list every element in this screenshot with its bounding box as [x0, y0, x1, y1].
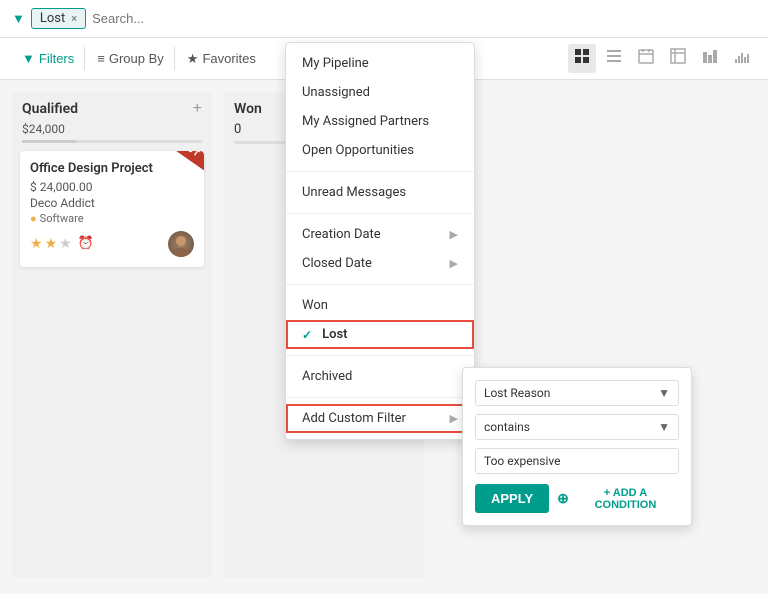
- filter-creation-date[interactable]: Creation Date ▶: [286, 220, 474, 249]
- cf-operator-select[interactable]: contains ▼: [475, 414, 679, 440]
- funnel-icon: ▼: [12, 11, 25, 27]
- dropdown-arrow-icon: ▼: [658, 420, 670, 434]
- cf-value-input[interactable]: Too expensive: [475, 448, 679, 474]
- card-company: Deco Addict: [30, 196, 194, 210]
- plus-icon: ⊕: [557, 490, 569, 507]
- filter-group-3: Creation Date ▶ Closed Date ▶: [286, 214, 474, 285]
- check-icon: ✓: [302, 328, 312, 342]
- cf-value-row: Too expensive: [475, 448, 679, 474]
- filter-group-1: My Pipeline Unassigned My Assigned Partn…: [286, 43, 474, 172]
- arrow-icon: ▶: [450, 257, 458, 270]
- cf-actions: APPLY ⊕ + ADD A CONDITION: [475, 484, 679, 513]
- col-add-qualified[interactable]: +: [193, 100, 202, 118]
- filters-button[interactable]: ▼ Filters: [12, 47, 85, 70]
- pivot-view-button[interactable]: [664, 44, 692, 73]
- top-bar: ▼ Lost ×: [0, 0, 768, 38]
- add-custom-filter-item[interactable]: Add Custom Filter ▶: [286, 404, 474, 433]
- calendar-view-button[interactable]: [632, 44, 660, 73]
- card-amount: $ 24,000.00: [30, 180, 194, 194]
- kanban-view-button[interactable]: [568, 44, 596, 73]
- col-title-qualified: Qualified: [22, 101, 78, 117]
- card-title: Office Design Project: [30, 161, 194, 176]
- dropdown-arrow-icon: ▼: [658, 386, 670, 400]
- star-2: ★: [45, 236, 58, 252]
- cf-operator-row: contains ▼: [475, 414, 679, 440]
- card-stars: ★ ★ ★ ⏰: [30, 236, 94, 252]
- filter-unassigned[interactable]: Unassigned: [286, 78, 474, 107]
- add-condition-button[interactable]: ⊕ + ADD A CONDITION: [557, 487, 679, 511]
- filter-group-4: Won ✓ Lost: [286, 285, 474, 356]
- groupby-button[interactable]: ≡ Group By: [87, 47, 175, 70]
- filter-my-assigned-partners[interactable]: My Assigned Partners: [286, 107, 474, 136]
- card-tag: Software: [30, 212, 194, 225]
- filter-archived[interactable]: Archived: [286, 362, 474, 391]
- groupby-icon: ≡: [97, 51, 105, 66]
- col-progress-qualified: [22, 140, 202, 143]
- list-view-button[interactable]: [600, 44, 628, 73]
- col-title-won: Won: [234, 101, 262, 117]
- submenu-arrow-icon: ▶: [450, 412, 458, 425]
- filters-dropdown: My Pipeline Unassigned My Assigned Partn…: [285, 42, 475, 440]
- filter-unread-messages[interactable]: Unread Messages: [286, 178, 474, 207]
- filter-won[interactable]: Won: [286, 291, 474, 320]
- clock-icon: ⏰: [78, 236, 94, 252]
- filter-closed-date[interactable]: Closed Date ▶: [286, 249, 474, 278]
- filter-group-2: Unread Messages: [286, 172, 474, 214]
- toolbar-right: [568, 44, 756, 73]
- arrow-icon: ▶: [450, 228, 458, 241]
- filter-tag-close[interactable]: ×: [71, 12, 77, 25]
- kanban-col-qualified: Qualified + $24,000 Office Design Projec…: [12, 92, 212, 578]
- cf-field-row: Lost Reason ▼: [475, 380, 679, 406]
- filter-tag-lost[interactable]: Lost ×: [31, 8, 86, 29]
- apply-button[interactable]: APPLY: [475, 484, 549, 513]
- mini-chart-view-button[interactable]: [728, 44, 756, 73]
- cf-field-select[interactable]: Lost Reason ▼: [475, 380, 679, 406]
- custom-filter-submenu: Lost Reason ▼ contains ▼ Too expensive A…: [462, 367, 692, 526]
- card-footer: ★ ★ ★ ⏰: [30, 231, 194, 257]
- filter-my-pipeline[interactable]: My Pipeline: [286, 49, 474, 78]
- kanban-card-office-design[interactable]: Office Design Project $ 24,000.00 Deco A…: [20, 151, 204, 267]
- star-1: ★: [30, 236, 43, 252]
- filter-group-custom: Add Custom Filter ▶: [286, 398, 474, 439]
- col-amount-qualified: $24,000: [12, 122, 212, 140]
- star-3: ★: [59, 236, 72, 252]
- filter-icon: ▼: [22, 51, 35, 66]
- bar-chart-view-button[interactable]: [696, 44, 724, 73]
- filter-open-opportunities[interactable]: Open Opportunities: [286, 136, 474, 165]
- filter-group-5: Archived: [286, 356, 474, 398]
- search-input[interactable]: [92, 11, 756, 26]
- favorites-button[interactable]: ★ Favorites: [177, 47, 266, 71]
- toolbar-left: ▼ Filters ≡ Group By ★ Favorites: [12, 47, 266, 71]
- filter-lost[interactable]: ✓ Lost: [286, 320, 474, 349]
- star-icon: ★: [187, 51, 199, 67]
- avatar: [168, 231, 194, 257]
- filter-tag-label: Lost: [40, 11, 65, 26]
